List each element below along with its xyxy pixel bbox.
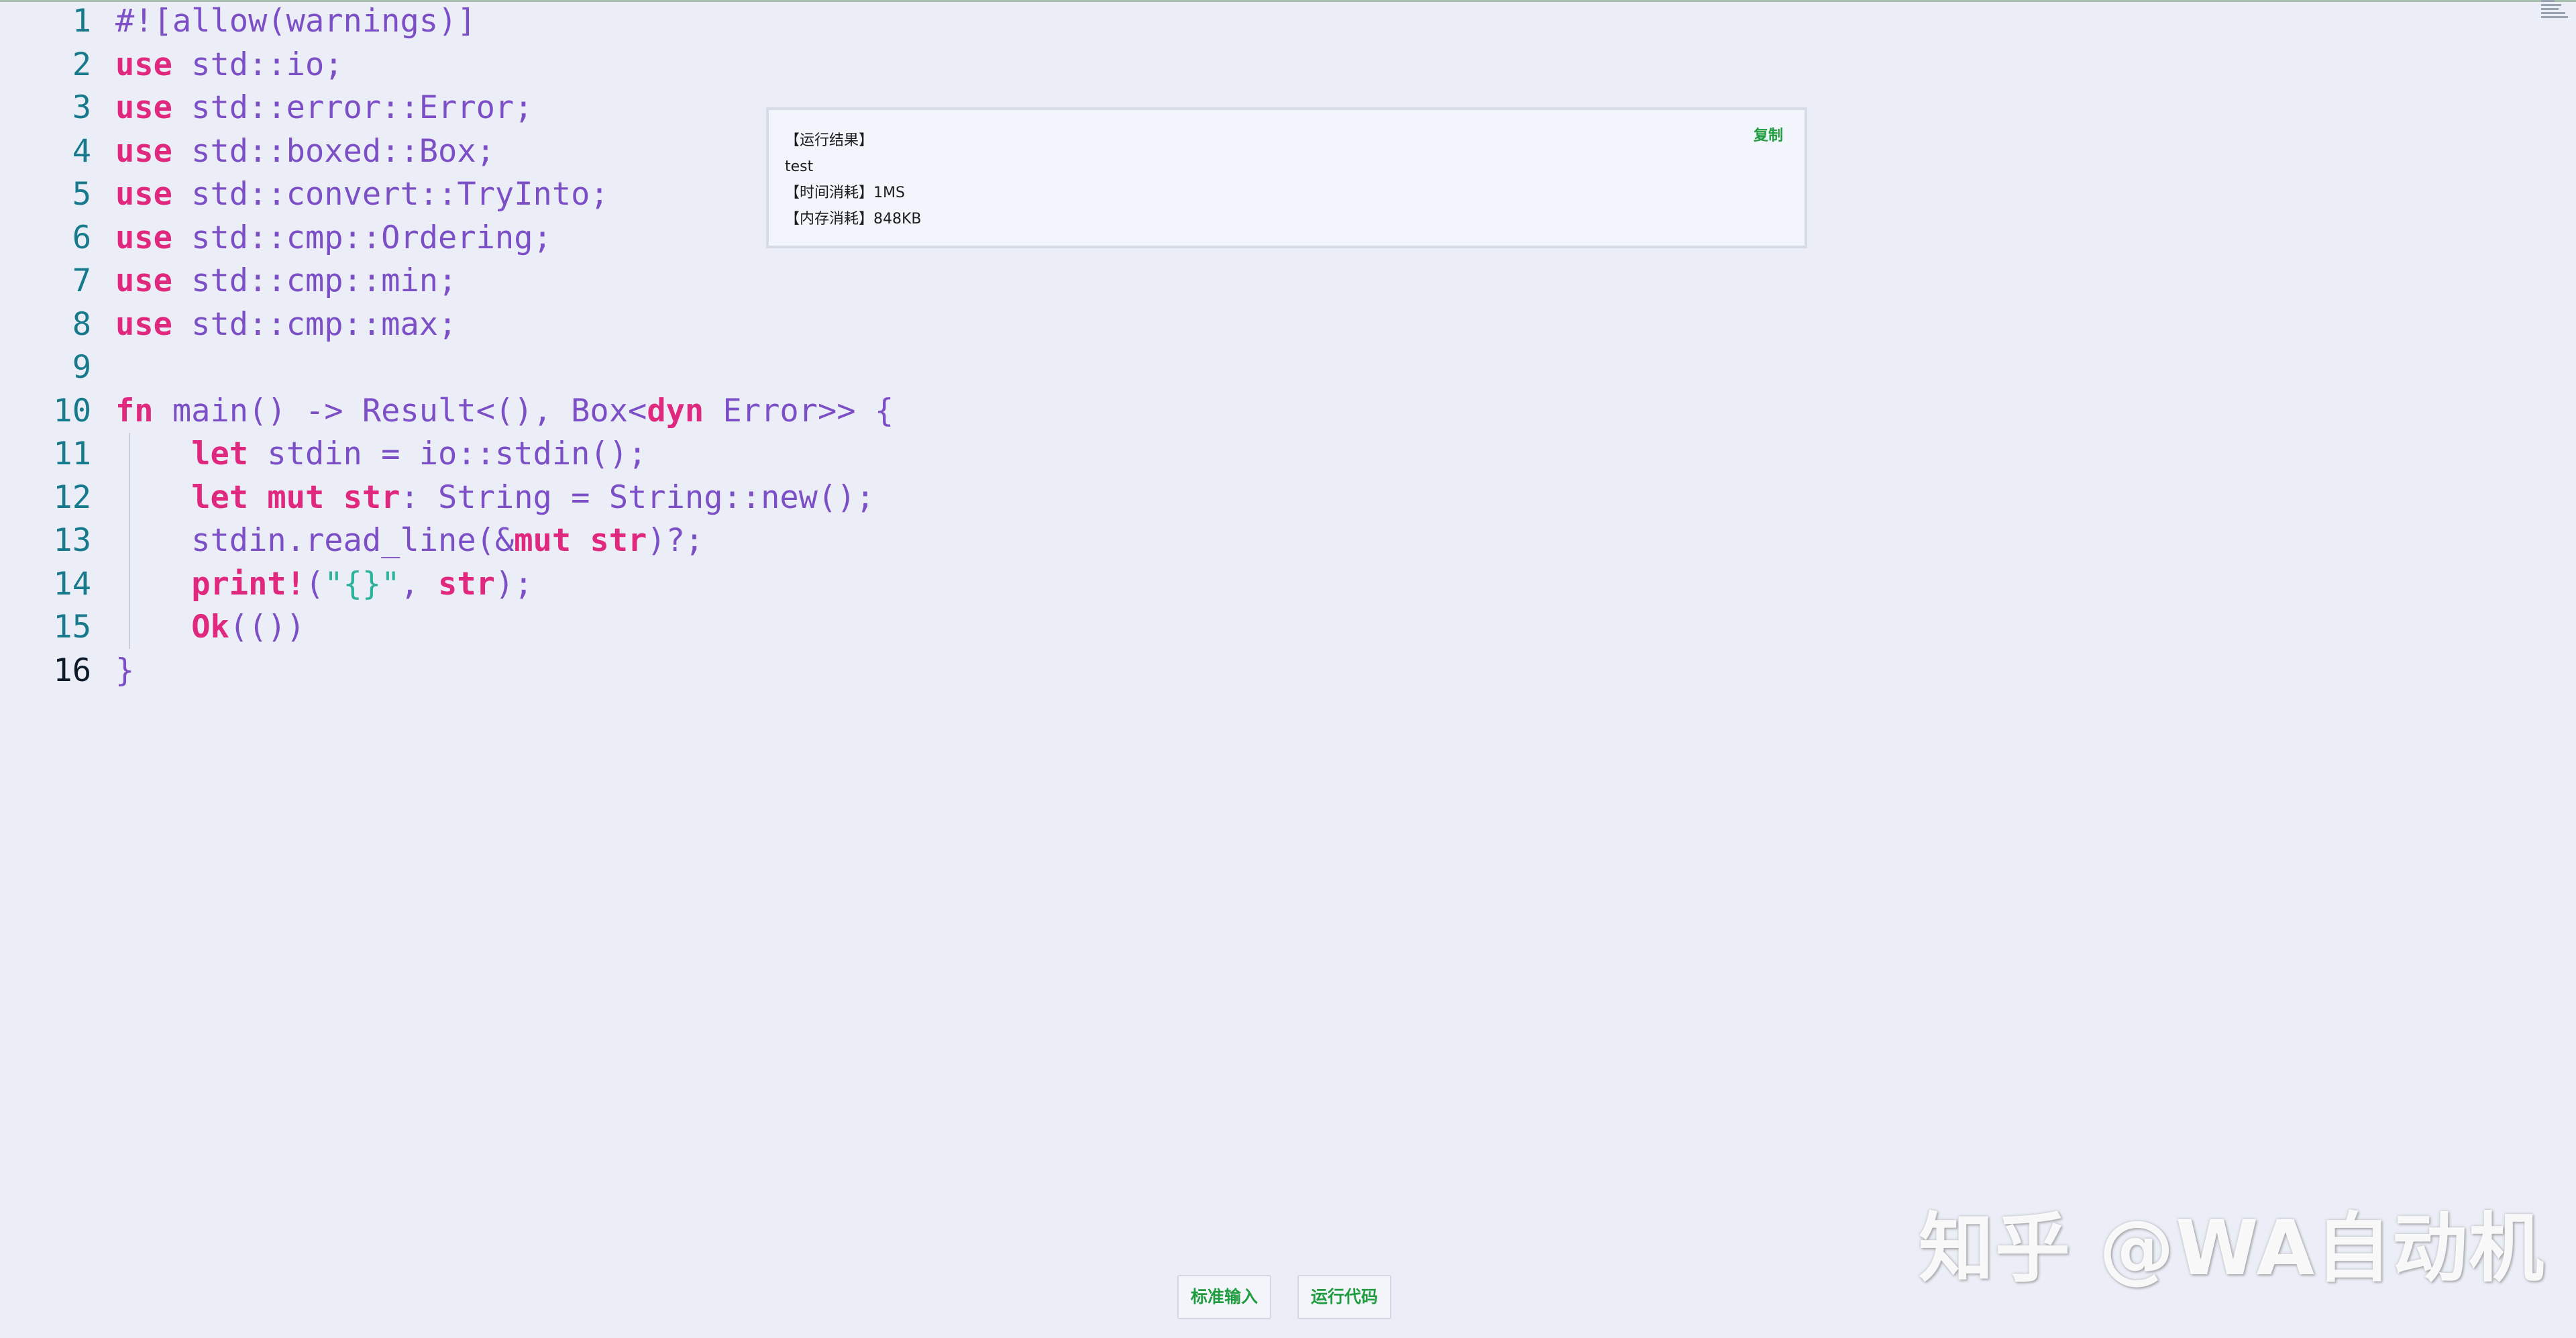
code-line[interactable]: 1 #![allow(warnings)] <box>13 0 818 44</box>
line-source: fn main() -> Result<(), Box<dyn Error>> … <box>115 392 894 429</box>
code-line[interactable]: 10 fn main() -> Result<(), Box<dyn Error>… <box>13 390 894 433</box>
line-number: 2 <box>72 46 91 83</box>
code-line[interactable]: 16} <box>13 650 818 693</box>
line-source: use std::error::Error; <box>115 89 533 126</box>
code-line[interactable]: 11 let stdin = io::stdin(); <box>13 433 818 476</box>
code-line[interactable]: 3 use std::error::Error; <box>13 87 818 130</box>
watermark: 知乎 @WA自动机 <box>1919 1205 2546 1292</box>
line-number: 11 <box>53 435 91 472</box>
copy-button[interactable]: 复制 <box>1754 123 1783 145</box>
line-number: 6 <box>72 219 91 256</box>
run-result-panel: 复制 【运行结果】 test 【时间消耗】1MS 【内存消耗】848KB <box>766 107 1807 248</box>
line-number: 5 <box>72 176 91 213</box>
line-source: use std::cmp::Ordering; <box>115 219 552 256</box>
result-header: 【运行结果】 <box>785 132 874 149</box>
line-source: use std::convert::TryInto; <box>115 176 609 213</box>
code-line[interactable]: 13 stdin.read_line(&mut str)?; <box>13 519 818 563</box>
line-source: #![allow(warnings)] <box>115 3 476 40</box>
line-source: Ok(()) <box>191 609 305 646</box>
code-line[interactable]: 9 <box>13 346 818 390</box>
line-number: 9 <box>72 349 91 386</box>
result-output: test <box>785 158 814 175</box>
result-time: 【时间消耗】1MS <box>785 185 905 201</box>
line-source: print!("{}", str); <box>191 565 533 603</box>
line-number: 10 <box>53 392 91 429</box>
line-source: } <box>115 652 135 689</box>
result-lines: 【运行结果】 test 【时间消耗】1MS 【内存消耗】848KB <box>785 127 922 232</box>
code-line[interactable]: 4 use std::boxed::Box; <box>13 130 818 174</box>
line-number: 15 <box>53 609 91 646</box>
line-number: 13 <box>53 522 91 559</box>
line-source: use std::boxed::Box; <box>115 132 495 170</box>
line-source: let stdin = io::stdin(); <box>191 435 647 472</box>
line-number: 12 <box>53 478 91 516</box>
code-editor[interactable]: 1 #![allow(warnings)] 2 use std::io; 3 use st… <box>13 0 894 693</box>
code-line[interactable]: 6 use std::cmp::Ordering; <box>13 217 818 260</box>
line-source: let mut str: String = String::new(); <box>191 478 875 516</box>
code-line[interactable]: 12 let mut str: String = String::new(); <box>13 476 874 520</box>
line-source: use std::io; <box>115 46 343 83</box>
line-number: 7 <box>72 262 91 299</box>
stdin-button[interactable]: 标准输入 <box>1177 1275 1272 1319</box>
line-source: stdin.read_line(&mut str)?; <box>115 522 704 559</box>
line-number: 3 <box>72 89 91 126</box>
code-line[interactable]: 8 use std::cmp::max; <box>13 303 818 347</box>
line-number: 14 <box>53 565 91 603</box>
result-memory: 【内存消耗】848KB <box>785 211 922 227</box>
code-line[interactable]: 2 use std::io; <box>13 44 818 87</box>
line-number: 16 <box>53 652 91 689</box>
run-code-button[interactable]: 运行代码 <box>1297 1275 1392 1319</box>
minimap[interactable] <box>2541 0 2571 23</box>
code-line[interactable]: 5 use std::convert::TryInto; <box>13 173 818 217</box>
line-number: 1 <box>72 3 91 40</box>
line-number: 4 <box>72 132 91 170</box>
line-source: use std::cmp::max; <box>115 305 458 343</box>
line-source: use std::cmp::min; <box>115 262 458 299</box>
code-line[interactable]: 15 Ok(()) <box>13 606 818 650</box>
line-number: 8 <box>72 305 91 343</box>
code-line[interactable]: 7 use std::cmp::min; <box>13 260 818 303</box>
code-line[interactable]: 14 print!("{}", str); <box>13 563 818 607</box>
